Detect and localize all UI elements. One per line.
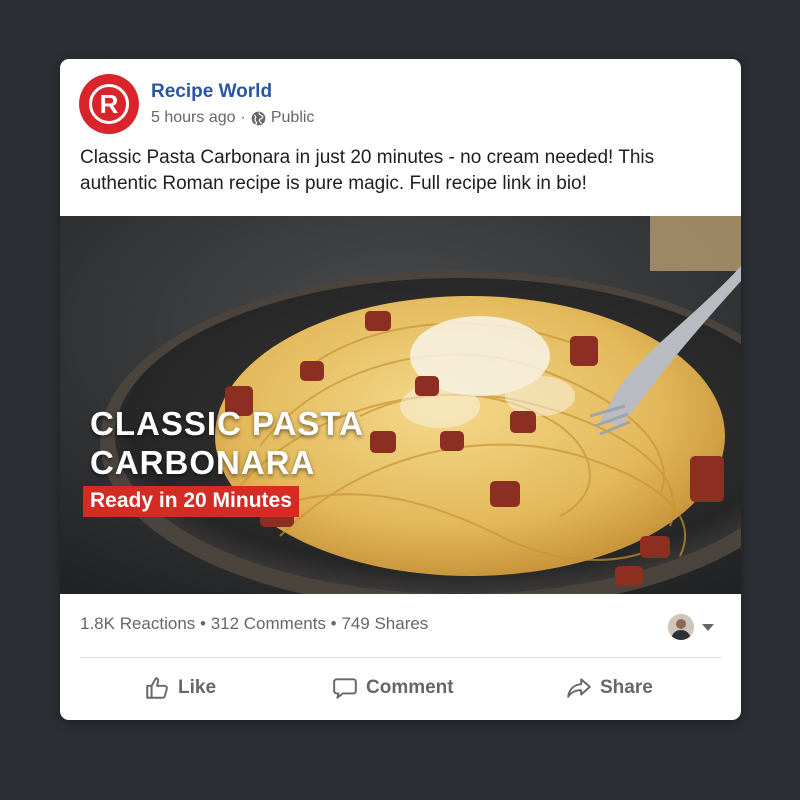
engagement-stats[interactable]: 1.8K Reactions • 312 Comments • 749 Shar… <box>80 614 428 634</box>
like-label: Like <box>178 677 217 698</box>
share-button[interactable]: Share <box>566 672 653 704</box>
avatar-letter: R <box>89 84 129 124</box>
page-avatar[interactable]: R <box>79 74 139 134</box>
share-icon <box>567 678 591 698</box>
meta-separator: · <box>240 109 246 126</box>
dropdown-caret-icon[interactable] <box>702 624 714 631</box>
comment-label: Comment <box>366 677 454 698</box>
like-icon <box>146 677 168 699</box>
post-header: R Recipe World 5 hours ago · Public <box>60 59 741 141</box>
post-caption: Classic Pasta Carbonara in just 20 minut… <box>80 147 655 194</box>
timestamp[interactable]: 5 hours ago <box>151 109 236 127</box>
post-image[interactable]: CLASSIC PASTA CARBONARA Ready in 20 Minu… <box>60 216 741 594</box>
reactor-avatar[interactable] <box>668 614 694 640</box>
page-name[interactable]: Recipe World <box>151 81 272 103</box>
comment-icon <box>333 678 357 699</box>
audience-label: Public <box>270 109 315 126</box>
like-button[interactable]: Like <box>144 672 216 704</box>
action-bar: Like Comment Share <box>60 659 741 719</box>
post-card: R Recipe World 5 hours ago · Public Clas… <box>60 59 741 720</box>
hero-title: CLASSIC PASTA CARBONARA <box>90 405 363 481</box>
post-meta: 5 hours ago · Public <box>151 109 314 127</box>
comment-button[interactable]: Comment <box>332 672 454 704</box>
globe-icon <box>251 111 266 125</box>
hero-badge: Ready in 20 Minutes <box>83 486 299 517</box>
share-label: Share <box>600 677 653 698</box>
divider <box>80 657 721 658</box>
